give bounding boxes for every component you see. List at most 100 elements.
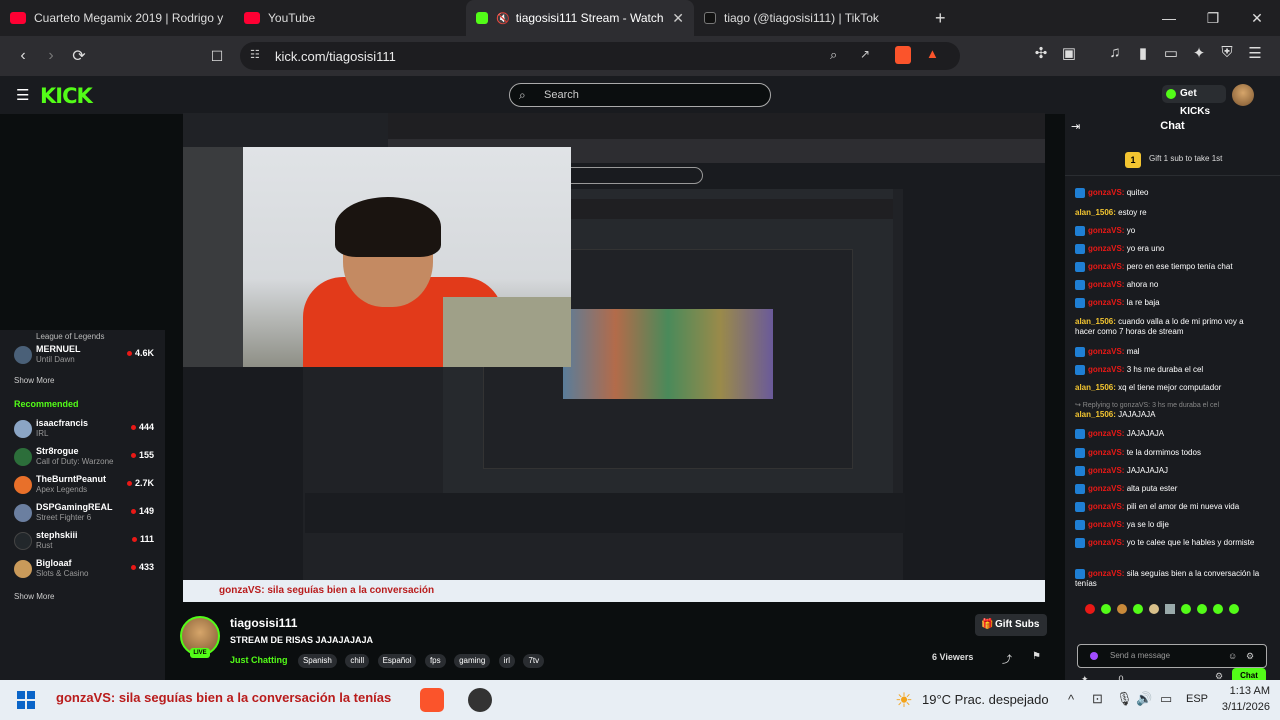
wallet-icon[interactable]: ▭ — [1160, 44, 1182, 62]
emote-icon[interactable] — [1101, 604, 1111, 614]
chat-input[interactable]: Send a message ☺ ⚙ — [1077, 644, 1267, 668]
extensions-icon[interactable]: ✣ — [1030, 44, 1052, 62]
weather-icon[interactable]: ☀ — [892, 688, 916, 712]
chat-username[interactable]: gonzaVS: — [1088, 538, 1124, 547]
chat-username[interactable]: gonzaVS: — [1088, 365, 1124, 374]
sidebar-item-isaacfrancis[interactable]: isaacfrancis IRL 444 — [14, 418, 154, 442]
minimize-button[interactable]: — — [1148, 0, 1190, 36]
chat-username[interactable]: alan_1506: — [1075, 383, 1116, 392]
sidebar-icon[interactable]: ▮ — [1132, 44, 1154, 62]
sidebar-item-mernuel[interactable]: MERNUEL Until Dawn 4.6K — [14, 344, 154, 368]
windows-start-icon[interactable] — [14, 688, 38, 712]
chat-username[interactable]: gonzaVS: — [1088, 429, 1124, 438]
show-more-link[interactable]: Show More — [14, 376, 54, 385]
chat-username[interactable]: gonzaVS: — [1088, 502, 1124, 511]
tag[interactable]: gaming — [454, 654, 491, 668]
emote-icon[interactable] — [1149, 604, 1159, 614]
chat-username[interactable]: gonzaVS: — [1088, 298, 1124, 307]
chat-username[interactable]: gonzaVS: — [1088, 188, 1124, 197]
tab-kick[interactable]: 🔇 tiagosisi111 Stream - Watch L ✕ — [466, 0, 694, 36]
tab-cuarteto[interactable]: Cuarteto Megamix 2019 | Rodrigo y — [0, 0, 234, 36]
kick-logo[interactable]: KICK — [40, 84, 93, 108]
network-icon[interactable]: ⊡ — [1092, 691, 1103, 707]
leo-icon[interactable]: ✦ — [1188, 44, 1210, 62]
sidebar-item-str8rogue[interactable]: Str8rogue Call of Duty: Warzone 155 — [14, 446, 154, 470]
obs-icon[interactable] — [468, 688, 492, 712]
chat-username[interactable]: gonzaVS: — [1088, 280, 1124, 289]
brave-shield-icon[interactable] — [895, 46, 911, 64]
microphone-icon[interactable]: 🎙 — [1116, 691, 1133, 707]
gift-banner[interactable]: 1 Gift 1 sub to take 1st — [1065, 142, 1280, 176]
forward-icon[interactable]: › — [37, 42, 65, 70]
share-icon[interactable]: ↗ — [860, 47, 870, 61]
clock-time[interactable]: 1:13 AM — [1216, 685, 1270, 697]
zoom-icon[interactable]: ⌕ — [830, 47, 837, 63]
chat-username[interactable]: gonzaVS: — [1088, 484, 1124, 493]
site-settings-icon[interactable]: ☷ — [250, 48, 260, 61]
battery-icon[interactable]: ▭ — [1160, 691, 1172, 707]
chat-username[interactable]: gonzaVS: — [1088, 347, 1124, 356]
music-icon[interactable]: ♫ — [1104, 44, 1126, 62]
get-kicks-button[interactable]: Get KICKs — [1162, 85, 1226, 117]
show-more-link[interactable]: Show More — [14, 592, 54, 601]
speaker-icon[interactable]: 🔊 — [1136, 691, 1152, 707]
category-link[interactable]: Just Chatting — [230, 655, 288, 665]
emote-icon[interactable] — [1165, 604, 1175, 614]
sidebar-item-dspgamingreal[interactable]: DSPGamingREAL Street Fighter 6 149 — [14, 502, 154, 526]
close-icon[interactable]: ✕ — [672, 10, 684, 27]
chat-username[interactable]: alan_1506: — [1075, 208, 1116, 217]
streamer-name[interactable]: tiagosisi111 — [230, 616, 297, 630]
muted-speaker-icon[interactable]: 🔇 — [496, 12, 510, 25]
chat-username[interactable]: gonzaVS: — [1088, 226, 1124, 235]
emote-icon[interactable] — [1181, 604, 1191, 614]
back-icon[interactable]: ‹ — [9, 42, 37, 70]
brave-rewards-icon[interactable]: ▲ — [926, 46, 939, 61]
tag[interactable]: Spanish — [297, 654, 337, 668]
brave-browser-icon[interactable] — [420, 688, 444, 712]
chat-username[interactable]: gonzaVS: — [1088, 262, 1124, 271]
bookmark-icon[interactable]: ☐ — [203, 42, 231, 70]
vpn-icon[interactable]: ⛨ — [1216, 44, 1238, 62]
search-input[interactable]: ⌕ Search — [509, 83, 771, 107]
show-hidden-icons[interactable]: ^ — [1068, 692, 1074, 707]
emote-icon[interactable] — [1133, 604, 1143, 614]
hamburger-menu-icon[interactable]: ☰ — [16, 86, 29, 104]
sidebar-item-stephskiii[interactable]: stephskiii Rust 111 — [14, 530, 154, 554]
emote-icon[interactable] — [1213, 604, 1223, 614]
tag[interactable]: irl — [498, 654, 515, 668]
emote-icon[interactable] — [1197, 604, 1207, 614]
chat-username[interactable]: gonzaVS: — [1088, 569, 1124, 578]
sidebar-item-theburntpeanut[interactable]: TheBurntPeanut Apex Legends 2.7K — [14, 474, 154, 498]
chat-username[interactable]: gonzaVS: — [1088, 244, 1124, 253]
chat-username[interactable]: gonzaVS: — [1088, 448, 1124, 457]
new-tab-button[interactable]: + — [935, 8, 946, 29]
stream-video-player[interactable]: gonzaVS: sila seguías bien a la conversa… — [183, 113, 1045, 602]
emote-icon[interactable] — [1117, 604, 1127, 614]
user-avatar[interactable] — [1232, 84, 1254, 106]
language-indicator[interactable]: ESP — [1186, 693, 1208, 705]
emote-picker-icon[interactable]: ☺ — [1228, 645, 1237, 667]
tag[interactable]: fps — [424, 654, 446, 668]
maximize-button[interactable]: ❐ — [1192, 0, 1234, 36]
url-bar[interactable]: ☷ kick.com/tiagosisi111 ⌕ ↗ ▲ — [240, 42, 960, 70]
tag[interactable]: 7tv — [523, 654, 545, 668]
clock-date[interactable]: 3/11/2026 — [1206, 701, 1270, 713]
share-icon[interactable]: ⤴ — [1002, 651, 1012, 666]
chat-username[interactable]: gonzaVS: — [1088, 520, 1124, 529]
identity-icon[interactable] — [1090, 652, 1098, 660]
menu-icon[interactable]: ☰ — [1244, 44, 1266, 62]
settings-icon[interactable]: ⚙ — [1246, 645, 1254, 667]
chat-username[interactable]: alan_1506: — [1075, 410, 1116, 419]
chat-username[interactable]: alan_1506: — [1075, 317, 1116, 326]
tag[interactable]: Español — [377, 654, 417, 668]
screenshot-icon[interactable]: ▣ — [1058, 44, 1080, 62]
tab-youtube[interactable]: YouTube — [234, 0, 454, 36]
emote-icon[interactable] — [1085, 604, 1095, 614]
tab-tiktok[interactable]: tiago (@tiagosisi111) | TikTok — [694, 0, 922, 36]
reload-icon[interactable]: ⟳ — [65, 42, 93, 70]
weather-text[interactable]: 19°C Prac. despejado — [922, 692, 1049, 707]
gift-subs-button[interactable]: 🎁 Gift Subs — [975, 614, 1047, 636]
sidebar-item-bigloaaf[interactable]: Bigloaaf Slots & Casino 433 — [14, 558, 154, 582]
close-window-button[interactable]: ✕ — [1236, 0, 1278, 36]
tag[interactable]: chill — [345, 654, 370, 668]
